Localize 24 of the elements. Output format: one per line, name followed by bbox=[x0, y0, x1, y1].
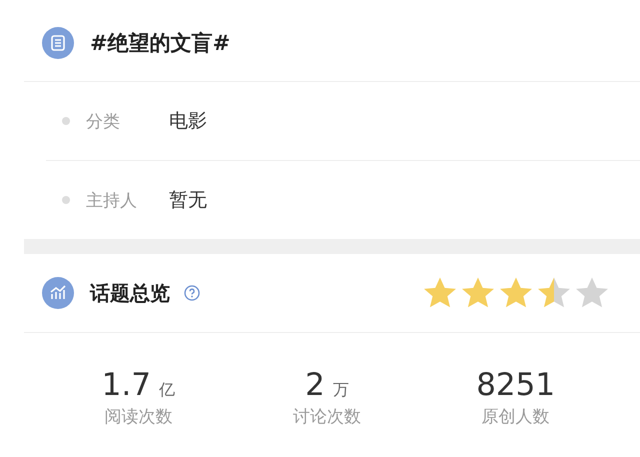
bullet-icon bbox=[62, 196, 70, 204]
star-icon bbox=[536, 276, 572, 310]
info-value: 电影 bbox=[169, 109, 207, 134]
stat-number: 2 bbox=[305, 367, 325, 403]
stat-label: 阅读次数 bbox=[104, 406, 172, 428]
star-icon bbox=[574, 276, 610, 310]
star-icon bbox=[422, 276, 458, 310]
info-label: 分类 bbox=[86, 110, 121, 132]
stat-unit: 万 bbox=[332, 380, 349, 401]
stat-unit: 亿 bbox=[158, 380, 175, 401]
star-icon bbox=[498, 276, 534, 310]
help-icon[interactable] bbox=[184, 285, 200, 301]
info-value: 暂无 bbox=[169, 188, 207, 213]
info-label: 主持人 bbox=[86, 190, 138, 212]
stat-label: 原创人数 bbox=[482, 406, 550, 428]
overview-title: 话题总览 bbox=[90, 280, 170, 306]
stat-label: 讨论次数 bbox=[292, 406, 361, 428]
topic-title: #绝望的文盲# bbox=[90, 30, 230, 56]
stat-number: 8251 bbox=[476, 367, 556, 403]
star-icon bbox=[460, 276, 496, 310]
stat-number: 1.7 bbox=[102, 367, 151, 403]
list-icon bbox=[42, 26, 74, 58]
bullet-icon bbox=[62, 117, 70, 125]
chart-icon bbox=[42, 277, 74, 309]
